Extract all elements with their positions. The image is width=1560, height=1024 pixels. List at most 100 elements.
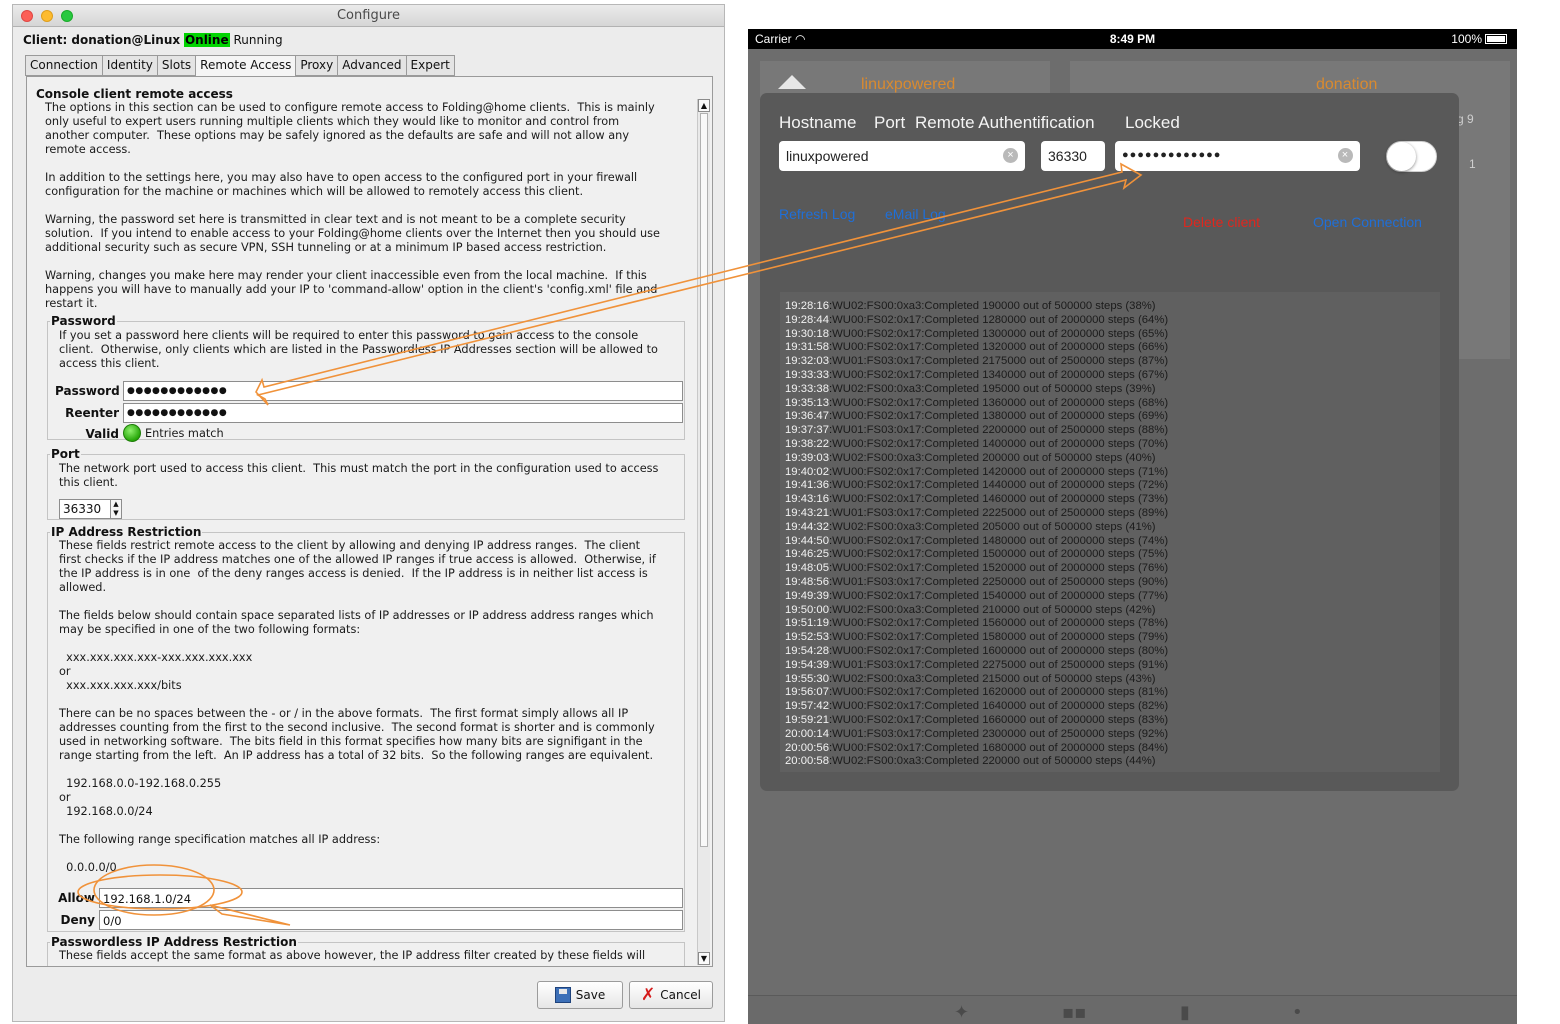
log-line: 20:00:56:WU00:FS02:0x17:Completed 168000… xyxy=(785,741,1169,754)
more-icon[interactable]: • xyxy=(1292,1002,1303,1023)
status-time: 8:49 PM xyxy=(1109,32,1156,46)
log-message: WU00:FS02:0x17:Completed 1380000 out of … xyxy=(832,410,1169,423)
network-icon[interactable]: ▪▪ xyxy=(1062,1002,1086,1023)
reenter-label: Reenter xyxy=(65,406,119,420)
chart-icon[interactable]: ▮ xyxy=(1180,1002,1190,1023)
log-line: 20:00:14:WU01:FS03:0x17:Completed 230000… xyxy=(785,727,1169,740)
locked-toggle[interactable] xyxy=(1386,141,1437,172)
port-section-title: Port xyxy=(50,447,81,461)
log-message: WU01:FS03:0x17:Completed 2300000 out of … xyxy=(832,727,1169,740)
log-line: 19:40:02:WU00:FS02:0x17:Completed 142000… xyxy=(785,465,1169,478)
title-bar: Configure xyxy=(13,5,724,27)
settings-scroll-area[interactable]: Console client remote access The options… xyxy=(27,77,699,966)
log-timestamp: 19:44:32 xyxy=(785,520,829,533)
configure-window: Configure Client: donation@Linux Online … xyxy=(12,4,725,1022)
valid-status-text: Entries match xyxy=(145,427,224,440)
clear-password-icon[interactable]: × xyxy=(1338,148,1353,163)
log-line: 19:56:07:WU00:FS02:0x17:Completed 162000… xyxy=(785,686,1169,699)
log-message: WU00:FS02:0x17:Completed 1280000 out of … xyxy=(832,313,1169,326)
log-timestamp: 19:39:03 xyxy=(785,451,829,464)
open-connection-link[interactable]: Open Connection xyxy=(1313,214,1422,230)
remote-auth-password-input[interactable]: ●●●●●●●●●●●●● × xyxy=(1115,141,1360,171)
puzzle-icon[interactable]: ✦ xyxy=(954,1002,969,1023)
clear-hostname-icon[interactable]: × xyxy=(1003,148,1018,163)
log-message: WU02:FS00:0xa3:Completed 215000 out of 5… xyxy=(832,672,1156,685)
log-view[interactable]: 19:28:16:WU02:FS00:0xa3:Completed 190000… xyxy=(780,292,1440,772)
locked-header: Locked xyxy=(1125,113,1180,132)
bg-card-title-linuxpowered: linuxpowered xyxy=(861,76,956,93)
hostname-header: Hostname xyxy=(779,113,857,132)
log-timestamp: 19:36:47 xyxy=(785,410,829,423)
bg-card-title-donation: donation xyxy=(1316,76,1378,93)
log-timestamp: 20:00:58 xyxy=(785,755,829,768)
log-message: WU01:FS03:0x17:Completed 2225000 out of … xyxy=(832,507,1169,519)
tab-proxy[interactable]: Proxy xyxy=(295,55,338,76)
tab-slots[interactable]: Slots xyxy=(156,55,196,76)
log-timestamp: 19:43:21 xyxy=(785,507,829,519)
log-line: 19:43:16:WU00:FS02:0x17:Completed 146000… xyxy=(785,493,1169,506)
log-line: 19:54:28:WU00:FS02:0x17:Completed 160000… xyxy=(785,645,1169,657)
log-message: WU02:FS00:0xa3:Completed 205000 out of 5… xyxy=(832,520,1156,533)
log-timestamp: 19:59:21 xyxy=(785,714,829,726)
log-line: 19:52:53:WU00:FS02:0x17:Completed 158000… xyxy=(785,631,1169,644)
hostname-input[interactable]: linuxpowered × xyxy=(779,141,1025,171)
log-line: 19:37:37:WU01:FS03:0x17:Completed 220000… xyxy=(785,424,1169,437)
log-timestamp: 19:56:07 xyxy=(785,686,829,699)
password-field[interactable]: ●●●●●●●●●●●● xyxy=(123,381,683,401)
remote-auth-header: Remote Authentification xyxy=(915,113,1095,132)
log-line: 19:44:50:WU00:FS02:0x17:Completed 148000… xyxy=(785,534,1169,547)
save-button-label: Save xyxy=(575,988,606,1002)
floppy-disk-icon xyxy=(554,987,571,1003)
status-bar: Carrier ◠ 8:49 PM 100% xyxy=(748,29,1517,49)
tab-identity[interactable]: Identity xyxy=(101,55,157,76)
log-message: WU00:FS02:0x17:Completed 1620000 out of … xyxy=(832,686,1169,699)
refresh-log-link[interactable]: Refresh Log xyxy=(779,206,855,222)
tab-expert[interactable]: Expert xyxy=(405,55,455,76)
log-timestamp: 20:00:14 xyxy=(785,727,829,740)
valid-label: Valid xyxy=(85,427,119,441)
log-message: WU02:FS00:0xa3:Completed 195000 out of 5… xyxy=(832,382,1156,395)
log-timestamp: 19:51:19 xyxy=(785,617,829,630)
scroll-up-arrow-icon[interactable]: ▲ xyxy=(698,99,710,112)
log-line: 19:48:05:WU00:FS02:0x17:Completed 152000… xyxy=(785,562,1169,575)
allow-field[interactable]: 192.168.1.0/24 xyxy=(99,888,683,908)
save-button[interactable]: Save xyxy=(537,981,623,1009)
vertical-scrollbar[interactable]: ▲ ▼ xyxy=(697,99,710,965)
scrollbar-thumb[interactable] xyxy=(700,113,708,847)
log-timestamp: 19:28:44 xyxy=(785,313,829,326)
log-timestamp: 19:48:56 xyxy=(785,576,829,588)
tab-advanced[interactable]: Advanced xyxy=(337,55,406,76)
port-input[interactable]: 36330 xyxy=(1041,141,1105,171)
log-message: WU00:FS02:0x17:Completed 1520000 out of … xyxy=(832,562,1169,575)
log-line: 19:28:44:WU00:FS02:0x17:Completed 128000… xyxy=(785,313,1169,326)
log-timestamp: 20:00:56 xyxy=(785,741,829,754)
port-spinbox[interactable]: 36330 xyxy=(59,499,111,519)
client-detail-modal: Hostname Port Remote Authentification Lo… xyxy=(760,93,1459,791)
deny-field[interactable]: 0/0 xyxy=(99,910,683,930)
cancel-button[interactable]: ✗ Cancel xyxy=(629,981,713,1009)
log-message: WU00:FS02:0x17:Completed 1660000 out of … xyxy=(832,714,1169,726)
log-message: WU00:FS02:0x17:Completed 1500000 out of … xyxy=(832,548,1169,561)
ip-restriction-section-title: IP Address Restriction xyxy=(50,525,203,539)
tab-remote-access[interactable]: Remote Access xyxy=(195,55,296,77)
client-name: Client: donation@Linux xyxy=(23,33,181,47)
log-message: WU02:FS00:0xa3:Completed 200000 out of 5… xyxy=(832,451,1156,464)
ip-restriction-description: These fields restrict remote access to t… xyxy=(59,539,656,874)
log-message: WU00:FS02:0x17:Completed 1460000 out of … xyxy=(832,493,1169,506)
port-stepper[interactable]: ▲ ▼ xyxy=(110,499,122,519)
ipad-screen: Carrier ◠ 8:49 PM 100% linuxpowered dona… xyxy=(748,29,1517,1024)
log-line: 19:49:39:WU00:FS02:0x17:Completed 154000… xyxy=(785,589,1169,602)
log-timestamp: 19:35:13 xyxy=(785,396,829,409)
tab-bar: Connection Identity Slots Remote Access … xyxy=(25,55,455,77)
log-message: WU00:FS02:0x17:Completed 1560000 out of … xyxy=(832,617,1169,630)
log-line: 19:48:56:WU01:FS03:0x17:Completed 225000… xyxy=(785,576,1169,588)
scroll-down-arrow-icon[interactable]: ▼ xyxy=(698,952,710,965)
tab-connection[interactable]: Connection xyxy=(25,55,102,76)
log-message: WU02:FS00:0xa3:Completed 220000 out of 5… xyxy=(832,755,1156,768)
email-log-link[interactable]: eMail Log xyxy=(885,206,946,222)
log-timestamp: 19:28:16 xyxy=(785,300,829,312)
log-timestamp: 19:32:03 xyxy=(785,355,829,368)
delete-client-button[interactable]: Delete client xyxy=(1183,214,1260,230)
reenter-password-field[interactable]: ●●●●●●●●●●●● xyxy=(123,403,683,423)
log-line: 19:46:25:WU00:FS02:0x17:Completed 150000… xyxy=(785,548,1169,561)
